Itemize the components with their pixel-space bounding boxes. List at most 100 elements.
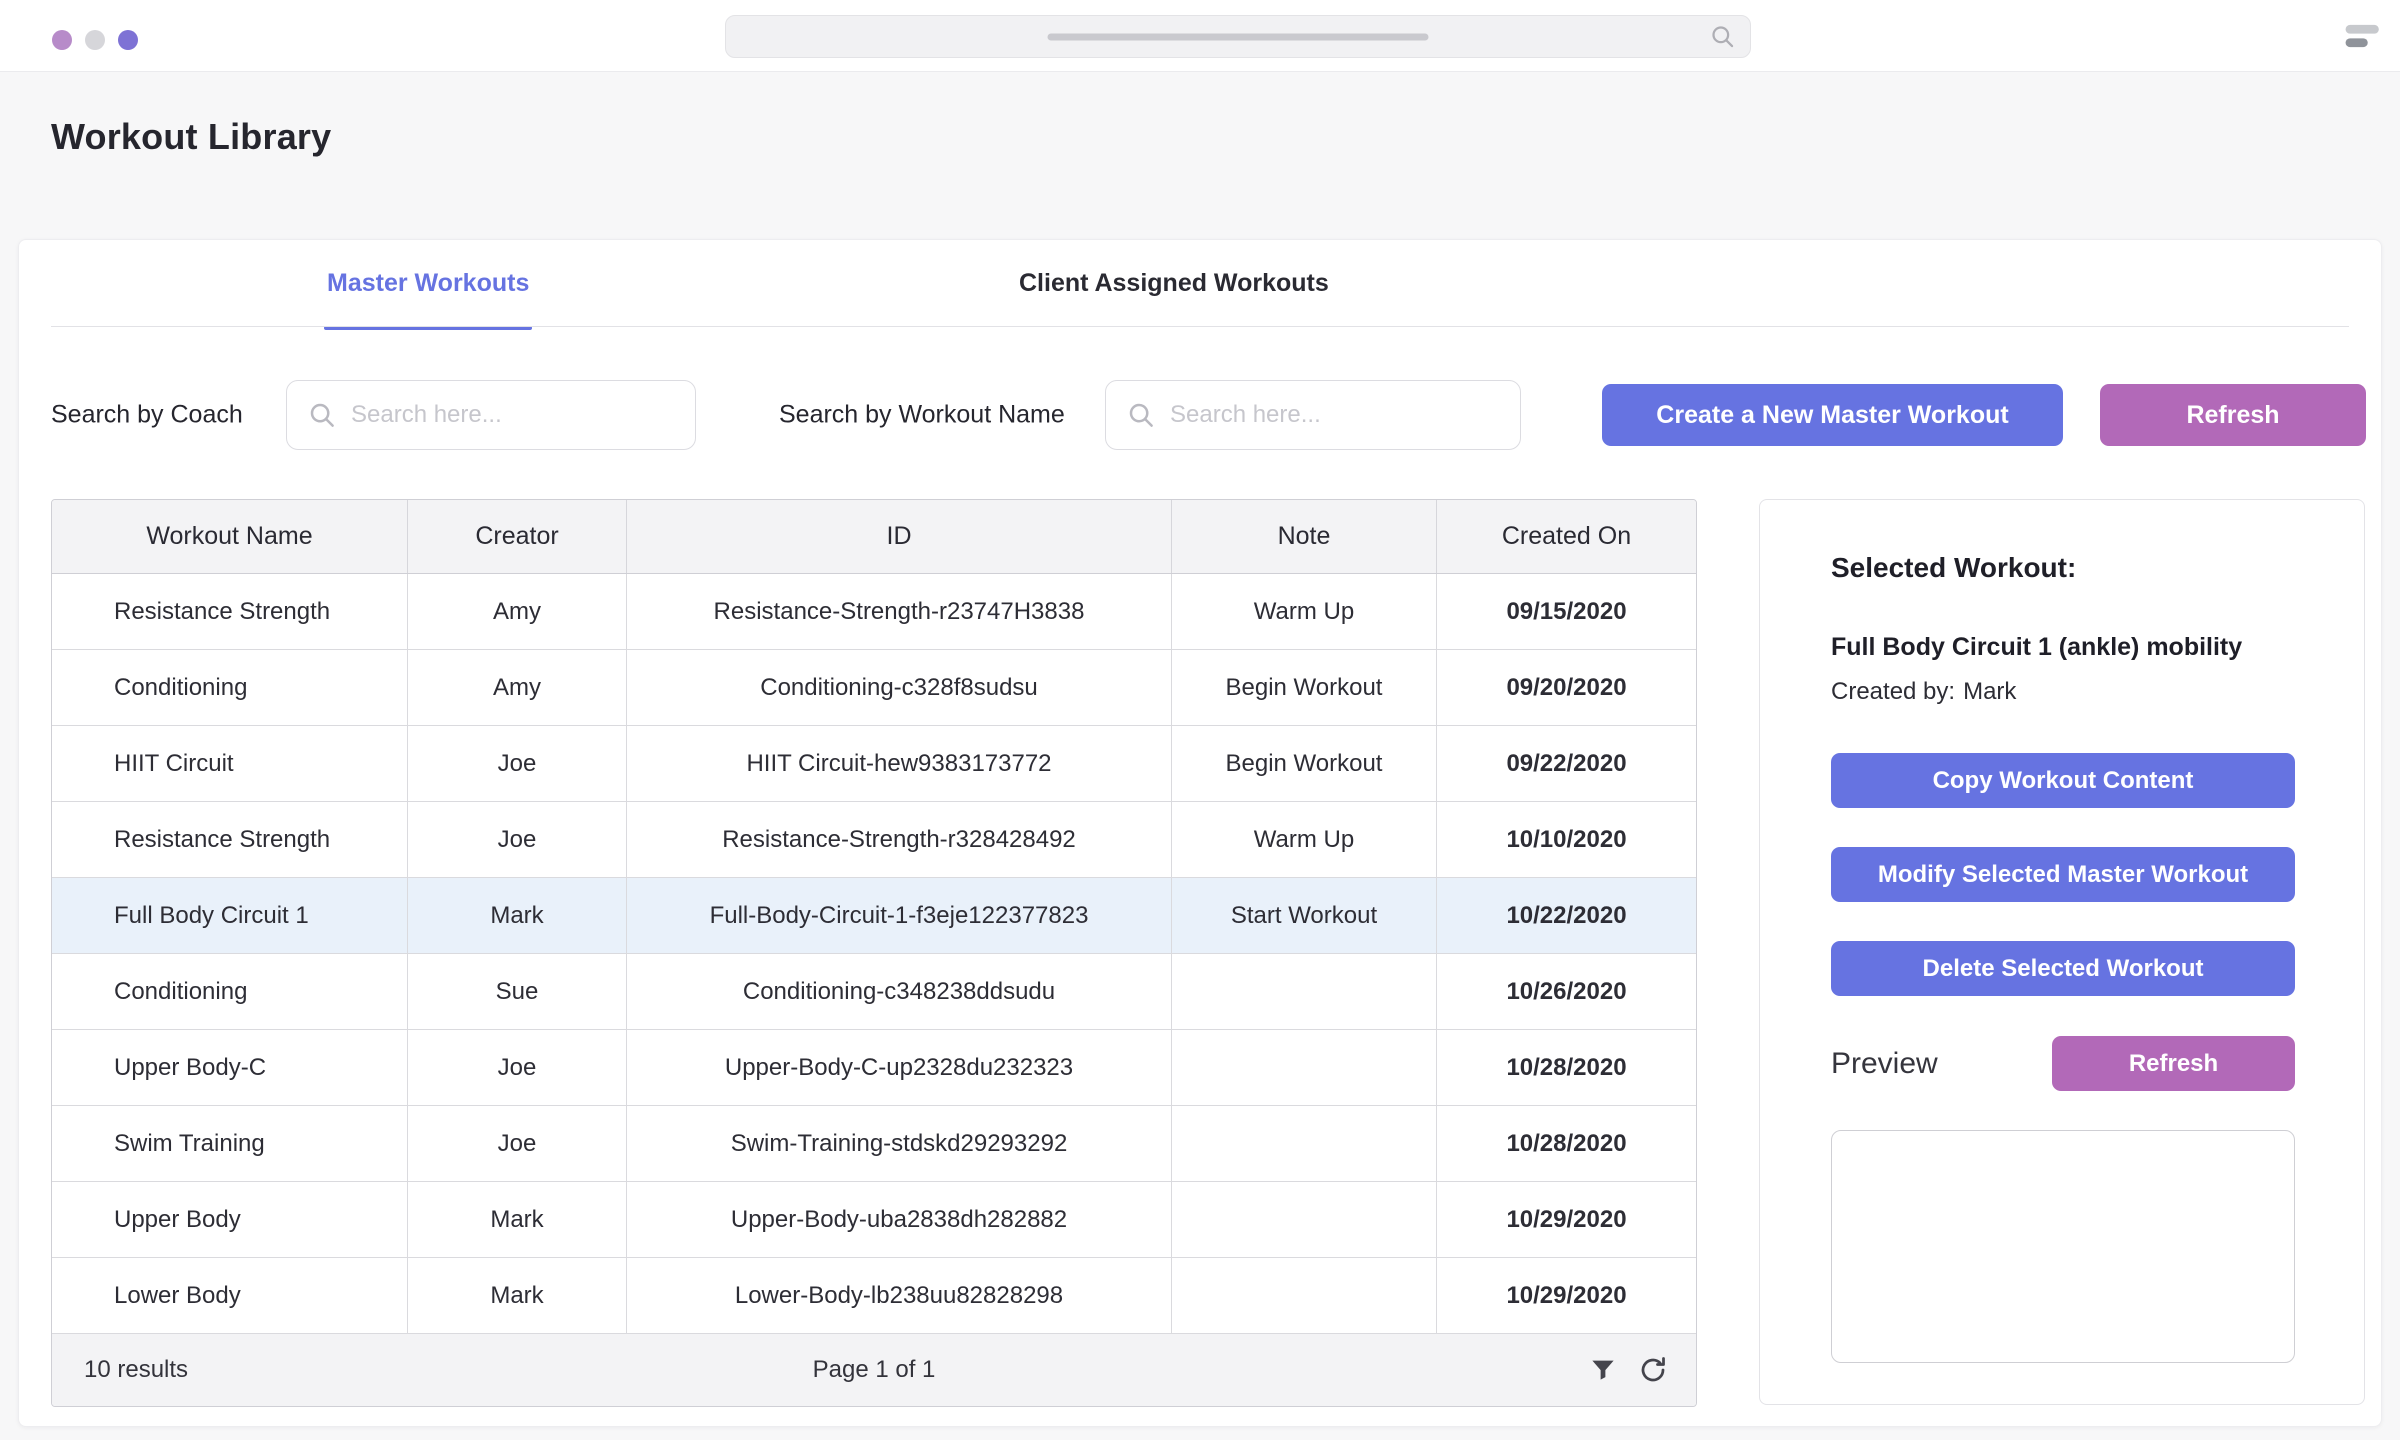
cell-creator: Joe xyxy=(408,802,627,877)
window-dot-2[interactable] xyxy=(85,30,105,50)
table-row[interactable]: Lower Body Mark Lower-Body-lb238uu828282… xyxy=(52,1258,1696,1334)
column-header-workout-name: Workout Name xyxy=(52,500,408,573)
table-footer-icons xyxy=(1588,1355,1668,1385)
selected-workout-heading: Selected Workout: xyxy=(1831,552,2295,584)
cell-id: Full-Body-Circuit-1-f3eje122377823 xyxy=(627,878,1172,953)
cell-workout-name: Lower Body xyxy=(52,1258,408,1333)
table-row[interactable]: Upper Body-C Joe Upper-Body-C-up2328du23… xyxy=(52,1030,1696,1106)
results-count: 10 results xyxy=(84,1356,188,1384)
cell-created-on: 09/20/2020 xyxy=(1437,650,1696,725)
cell-workout-name: Resistance Strength xyxy=(52,802,408,877)
coach-search-field[interactable] xyxy=(286,380,696,450)
table-header: Workout Name Creator ID Note Created On xyxy=(52,500,1696,574)
cell-creator: Mark xyxy=(408,1258,627,1333)
selected-workout-title: Full Body Circuit 1 (ankle) mobility xyxy=(1831,633,2295,662)
cell-id: Conditioning-c328f8sudsu xyxy=(627,650,1172,725)
cell-id: Conditioning-c348238ddsudu xyxy=(627,954,1172,1029)
cell-created-on: 09/22/2020 xyxy=(1437,726,1696,801)
search-icon[interactable] xyxy=(1709,23,1736,50)
main-card: Master Workouts Client Assigned Workouts… xyxy=(18,239,2382,1427)
cell-id: Resistance-Strength-r328428492 xyxy=(627,802,1172,877)
filter-icon[interactable] xyxy=(1588,1355,1618,1385)
window-dot-3[interactable] xyxy=(118,30,138,50)
tab-client-assigned-workouts[interactable]: Client Assigned Workouts xyxy=(1019,240,1329,327)
cell-id: Upper-Body-C-up2328du232323 xyxy=(627,1030,1172,1105)
cell-workout-name: Conditioning xyxy=(52,650,408,725)
controls-row: Search by Coach Search by Workout Name C… xyxy=(19,380,2381,450)
workouts-table: Workout Name Creator ID Note Created On … xyxy=(51,499,1697,1407)
table-row[interactable]: Swim Training Joe Swim-Training-stdskd29… xyxy=(52,1106,1696,1182)
refresh-button[interactable]: Refresh xyxy=(2100,384,2366,446)
table-row[interactable]: Upper Body Mark Upper-Body-uba2838dh2828… xyxy=(52,1182,1696,1258)
cell-created-on: 10/28/2020 xyxy=(1437,1106,1696,1181)
tab-master-workouts[interactable]: Master Workouts xyxy=(324,240,532,327)
cell-workout-name: Full Body Circuit 1 xyxy=(52,878,408,953)
create-master-workout-button[interactable]: Create a New Master Workout xyxy=(1602,384,2063,446)
table-row[interactable]: Resistance Strength Joe Resistance-Stren… xyxy=(52,802,1696,878)
menu-icon[interactable] xyxy=(2344,20,2382,52)
window-dot-1[interactable] xyxy=(52,30,72,50)
tab-label: Client Assigned Workouts xyxy=(1019,269,1329,298)
created-by-label: Created by: xyxy=(1831,678,1955,705)
placeholder-line xyxy=(1048,33,1429,40)
cell-creator: Sue xyxy=(408,954,627,1029)
preview-label: Preview xyxy=(1831,1047,1938,1081)
cell-creator: Joe xyxy=(408,1030,627,1105)
cell-note xyxy=(1172,1182,1437,1257)
column-header-note: Note xyxy=(1172,500,1437,573)
cell-creator: Mark xyxy=(408,878,627,953)
cell-creator: Joe xyxy=(408,1106,627,1181)
cell-creator: Mark xyxy=(408,1182,627,1257)
table-body: Resistance Strength Amy Resistance-Stren… xyxy=(52,574,1696,1334)
cell-created-on: 10/28/2020 xyxy=(1437,1030,1696,1105)
search-by-coach-label: Search by Coach xyxy=(51,401,243,430)
cell-note: Begin Workout xyxy=(1172,650,1437,725)
cell-workout-name: Swim Training xyxy=(52,1106,408,1181)
cell-created-on: 10/26/2020 xyxy=(1437,954,1696,1029)
browser-search-bar[interactable] xyxy=(725,15,1751,58)
page-title: Workout Library xyxy=(51,116,331,158)
tab-bar: Master Workouts Client Assigned Workouts xyxy=(19,240,2381,327)
cell-workout-name: Conditioning xyxy=(52,954,408,1029)
delete-selected-workout-button[interactable]: Delete Selected Workout xyxy=(1831,941,2295,996)
refresh-icon[interactable] xyxy=(1638,1355,1668,1385)
tab-label: Master Workouts xyxy=(327,269,529,298)
workout-name-search-input[interactable] xyxy=(1170,401,1502,429)
table-row[interactable]: Resistance Strength Amy Resistance-Stren… xyxy=(52,574,1696,650)
page-indicator: Page 1 of 1 xyxy=(813,1356,936,1384)
cell-created-on: 10/10/2020 xyxy=(1437,802,1696,877)
cell-id: Swim-Training-stdskd29293292 xyxy=(627,1106,1172,1181)
cell-note: Warm Up xyxy=(1172,574,1437,649)
cell-workout-name: Upper Body-C xyxy=(52,1030,408,1105)
tab-divider xyxy=(51,326,2349,327)
cell-workout-name: Upper Body xyxy=(52,1182,408,1257)
table-row[interactable]: Conditioning Amy Conditioning-c328f8suds… xyxy=(52,650,1696,726)
window-controls xyxy=(52,30,138,50)
cell-id: Upper-Body-uba2838dh282882 xyxy=(627,1182,1172,1257)
column-header-id: ID xyxy=(627,500,1172,573)
cell-workout-name: Resistance Strength xyxy=(52,574,408,649)
table-footer: 10 results Page 1 of 1 xyxy=(52,1334,1696,1406)
cell-creator: Amy xyxy=(408,650,627,725)
coach-search-input[interactable] xyxy=(351,401,677,429)
cell-note: Warm Up xyxy=(1172,802,1437,877)
modify-selected-master-workout-button[interactable]: Modify Selected Master Workout xyxy=(1831,847,2295,902)
cell-creator: Amy xyxy=(408,574,627,649)
preview-row: Preview Refresh xyxy=(1831,1036,2295,1091)
workout-name-search-field[interactable] xyxy=(1105,380,1521,450)
cell-note xyxy=(1172,954,1437,1029)
search-icon xyxy=(307,400,337,430)
column-header-creator: Creator xyxy=(408,500,627,573)
cell-created-on: 10/29/2020 xyxy=(1437,1258,1696,1333)
copy-workout-content-button[interactable]: Copy Workout Content xyxy=(1831,753,2295,808)
cell-id: Resistance-Strength-r23747H3838 xyxy=(627,574,1172,649)
table-row[interactable]: HIIT Circuit Joe HIIT Circuit-hew9383173… xyxy=(52,726,1696,802)
preview-box xyxy=(1831,1130,2295,1363)
search-icon xyxy=(1126,400,1156,430)
table-row[interactable]: Conditioning Sue Conditioning-c348238dds… xyxy=(52,954,1696,1030)
preview-refresh-button[interactable]: Refresh xyxy=(2052,1036,2295,1091)
cell-note xyxy=(1172,1106,1437,1181)
cell-id: HIIT Circuit-hew9383173772 xyxy=(627,726,1172,801)
table-row-selected[interactable]: Full Body Circuit 1 Mark Full-Body-Circu… xyxy=(52,878,1696,954)
cell-note: Begin Workout xyxy=(1172,726,1437,801)
